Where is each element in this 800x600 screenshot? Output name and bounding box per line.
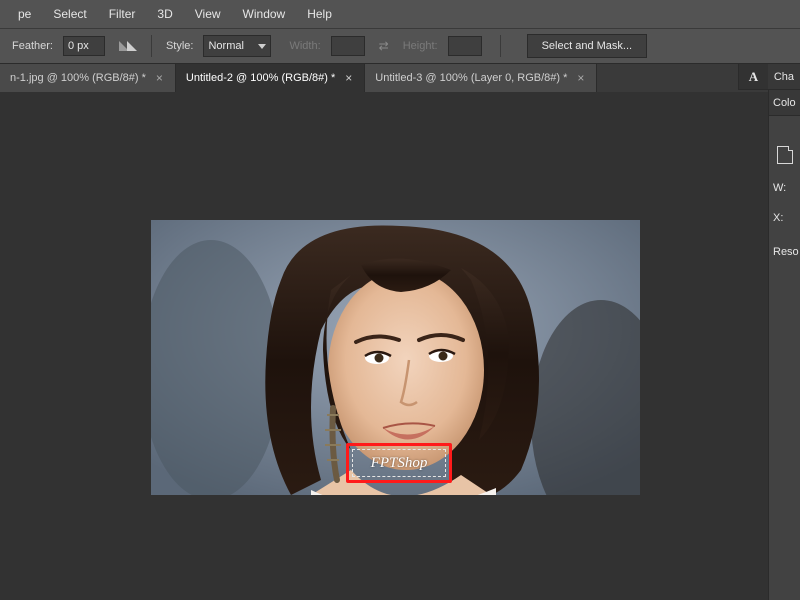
width-readout-label: W: (773, 182, 786, 194)
style-label: Style: (166, 40, 194, 52)
color-tab[interactable]: Colo (773, 97, 796, 109)
close-icon[interactable]: × (343, 70, 354, 86)
menu-item-type[interactable]: pe (8, 3, 41, 25)
watermark-text: FPTShop (371, 455, 428, 472)
x-readout-label: X: (773, 212, 783, 224)
swap-dimensions-icon: ⇄ (375, 39, 393, 53)
width-input (331, 36, 365, 56)
document-tab[interactable]: Untitled-3 @ 100% (Layer 0, RGB/8#) * × (365, 64, 597, 92)
menu-item-3d[interactable]: 3D (147, 3, 182, 25)
menu-item-view[interactable]: View (185, 3, 231, 25)
menu-item-help[interactable]: Help (297, 3, 342, 25)
resolution-label: Reso (773, 246, 799, 258)
character-panel-icon[interactable]: A (739, 64, 768, 89)
right-panel: Colo W: X: Reso (768, 90, 800, 600)
close-icon[interactable]: × (575, 70, 586, 86)
menu-item-window[interactable]: Window (233, 3, 296, 25)
document-tab[interactable]: n-1.jpg @ 100% (RGB/8#) * × (0, 64, 176, 92)
tab-label: Untitled-3 @ 100% (Layer 0, RGB/8#) * (375, 72, 567, 84)
divider (500, 35, 501, 57)
character-tab[interactable]: Cha (768, 64, 800, 89)
options-bar: Feather: Style: Normal Width: ⇄ Height: … (0, 28, 800, 64)
workspace[interactable]: FPTShop (0, 92, 768, 600)
tab-label: n-1.jpg @ 100% (RGB/8#) * (10, 72, 146, 84)
antialias-icon[interactable] (119, 41, 137, 51)
height-label: Height: (403, 40, 438, 52)
right-panel-tabs-top: A Cha (738, 64, 800, 90)
menu-item-select[interactable]: Select (43, 3, 96, 25)
height-input (448, 36, 482, 56)
menu-bar: pe Select Filter 3D View Window Help (0, 0, 800, 28)
close-icon[interactable]: × (154, 70, 165, 86)
style-select[interactable]: Normal (203, 35, 271, 57)
selection-highlight: FPTShop (346, 443, 452, 483)
width-label: Width: (289, 40, 320, 52)
feather-label: Feather: (12, 40, 53, 52)
new-document-icon[interactable] (777, 146, 793, 164)
marquee-selection[interactable]: FPTShop (352, 449, 446, 477)
main-area: n-1.jpg @ 100% (RGB/8#) * × Untitled-2 @… (0, 64, 800, 600)
style-select-wrap: Normal (203, 35, 271, 57)
tab-label: Untitled-2 @ 100% (RGB/8#) * (186, 72, 335, 84)
feather-input[interactable] (63, 36, 105, 56)
divider (151, 35, 152, 57)
document-tab-bar: n-1.jpg @ 100% (RGB/8#) * × Untitled-2 @… (0, 64, 768, 92)
menu-item-filter[interactable]: Filter (99, 3, 146, 25)
select-and-mask-button[interactable]: Select and Mask... (527, 34, 648, 58)
document-tab[interactable]: Untitled-2 @ 100% (RGB/8#) * × (176, 64, 365, 92)
